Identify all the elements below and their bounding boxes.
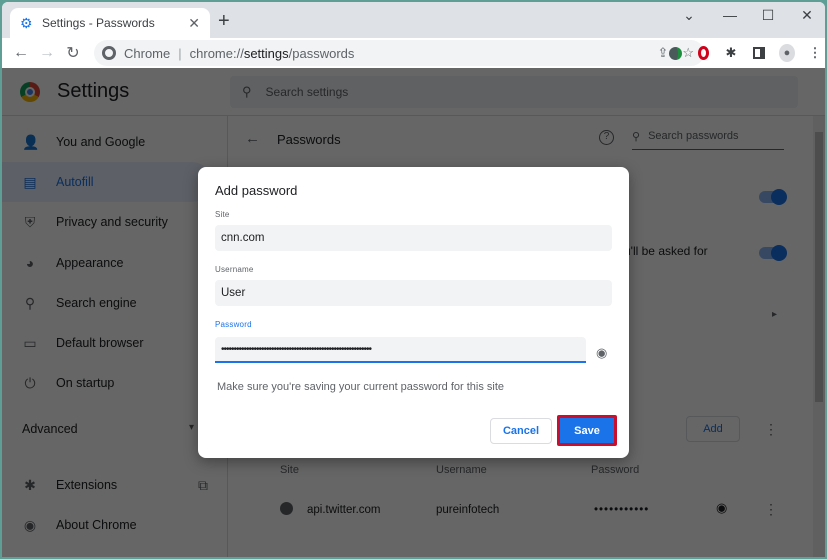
maximize-button[interactable]: ☐ xyxy=(753,7,783,24)
tab-close-icon[interactable]: ✕ xyxy=(188,15,200,32)
password-label: Password xyxy=(215,320,252,329)
password-field[interactable] xyxy=(215,337,586,363)
minimize-button[interactable]: — xyxy=(715,7,745,23)
url-path: /passwords xyxy=(288,45,355,61)
dialog-title: Add password xyxy=(215,183,298,198)
menu-kebab-icon[interactable]: ⋮ xyxy=(807,45,823,61)
tab-search-chevron-icon[interactable]: ⌄ xyxy=(674,7,704,24)
new-tab-button[interactable]: + xyxy=(218,11,230,31)
extensions-puzzle-icon[interactable]: ✱ xyxy=(723,45,739,61)
username-field[interactable] xyxy=(215,280,612,306)
show-password-eye-icon[interactable]: ◉ xyxy=(596,345,607,361)
forward-button[interactable]: → xyxy=(34,44,60,62)
side-panel-icon[interactable] xyxy=(751,45,767,61)
add-password-dialog: Add password Site Username Password ◉ Ma… xyxy=(198,167,629,458)
username-label: Username xyxy=(215,265,254,274)
scheme-label: Chrome xyxy=(124,45,171,61)
close-window-button[interactable]: ✕ xyxy=(792,7,822,24)
tab-title: Settings - Passwords xyxy=(42,16,155,30)
address-bar[interactable]: Chrome | chrome://settings/passwords ⇪ ☆ xyxy=(94,40,704,66)
browser-toolbar: ← → ↻ Chrome | chrome://settings/passwor… xyxy=(2,38,825,68)
dialog-note: Make sure you're saving your current pas… xyxy=(217,381,504,393)
chrome-scheme-icon xyxy=(102,46,116,60)
tab-strip: ⚙ Settings - Passwords ✕ + ⌄ — ☐ ✕ xyxy=(2,2,825,38)
site-field[interactable] xyxy=(215,225,612,251)
opera-extension-icon[interactable] xyxy=(695,45,711,61)
tab-settings-passwords[interactable]: ⚙ Settings - Passwords ✕ xyxy=(10,8,210,38)
site-label: Site xyxy=(215,210,230,219)
settings-gear-icon: ⚙ xyxy=(20,15,33,31)
toolbar-icons: ✱ ● ⋮ xyxy=(667,38,823,68)
url-host: settings xyxy=(243,45,289,61)
omnibox-separator: | xyxy=(178,45,182,61)
reload-button[interactable]: ↻ xyxy=(60,43,86,63)
profile-avatar-icon[interactable]: ● xyxy=(779,44,795,62)
url-text: chrome://settings/passwords xyxy=(190,46,355,61)
cancel-button[interactable]: Cancel xyxy=(490,418,552,444)
url-prefix: chrome:// xyxy=(189,45,244,61)
extension-vpn-icon[interactable] xyxy=(667,45,683,61)
save-button[interactable]: Save xyxy=(557,415,617,446)
back-button[interactable]: ← xyxy=(8,44,34,62)
